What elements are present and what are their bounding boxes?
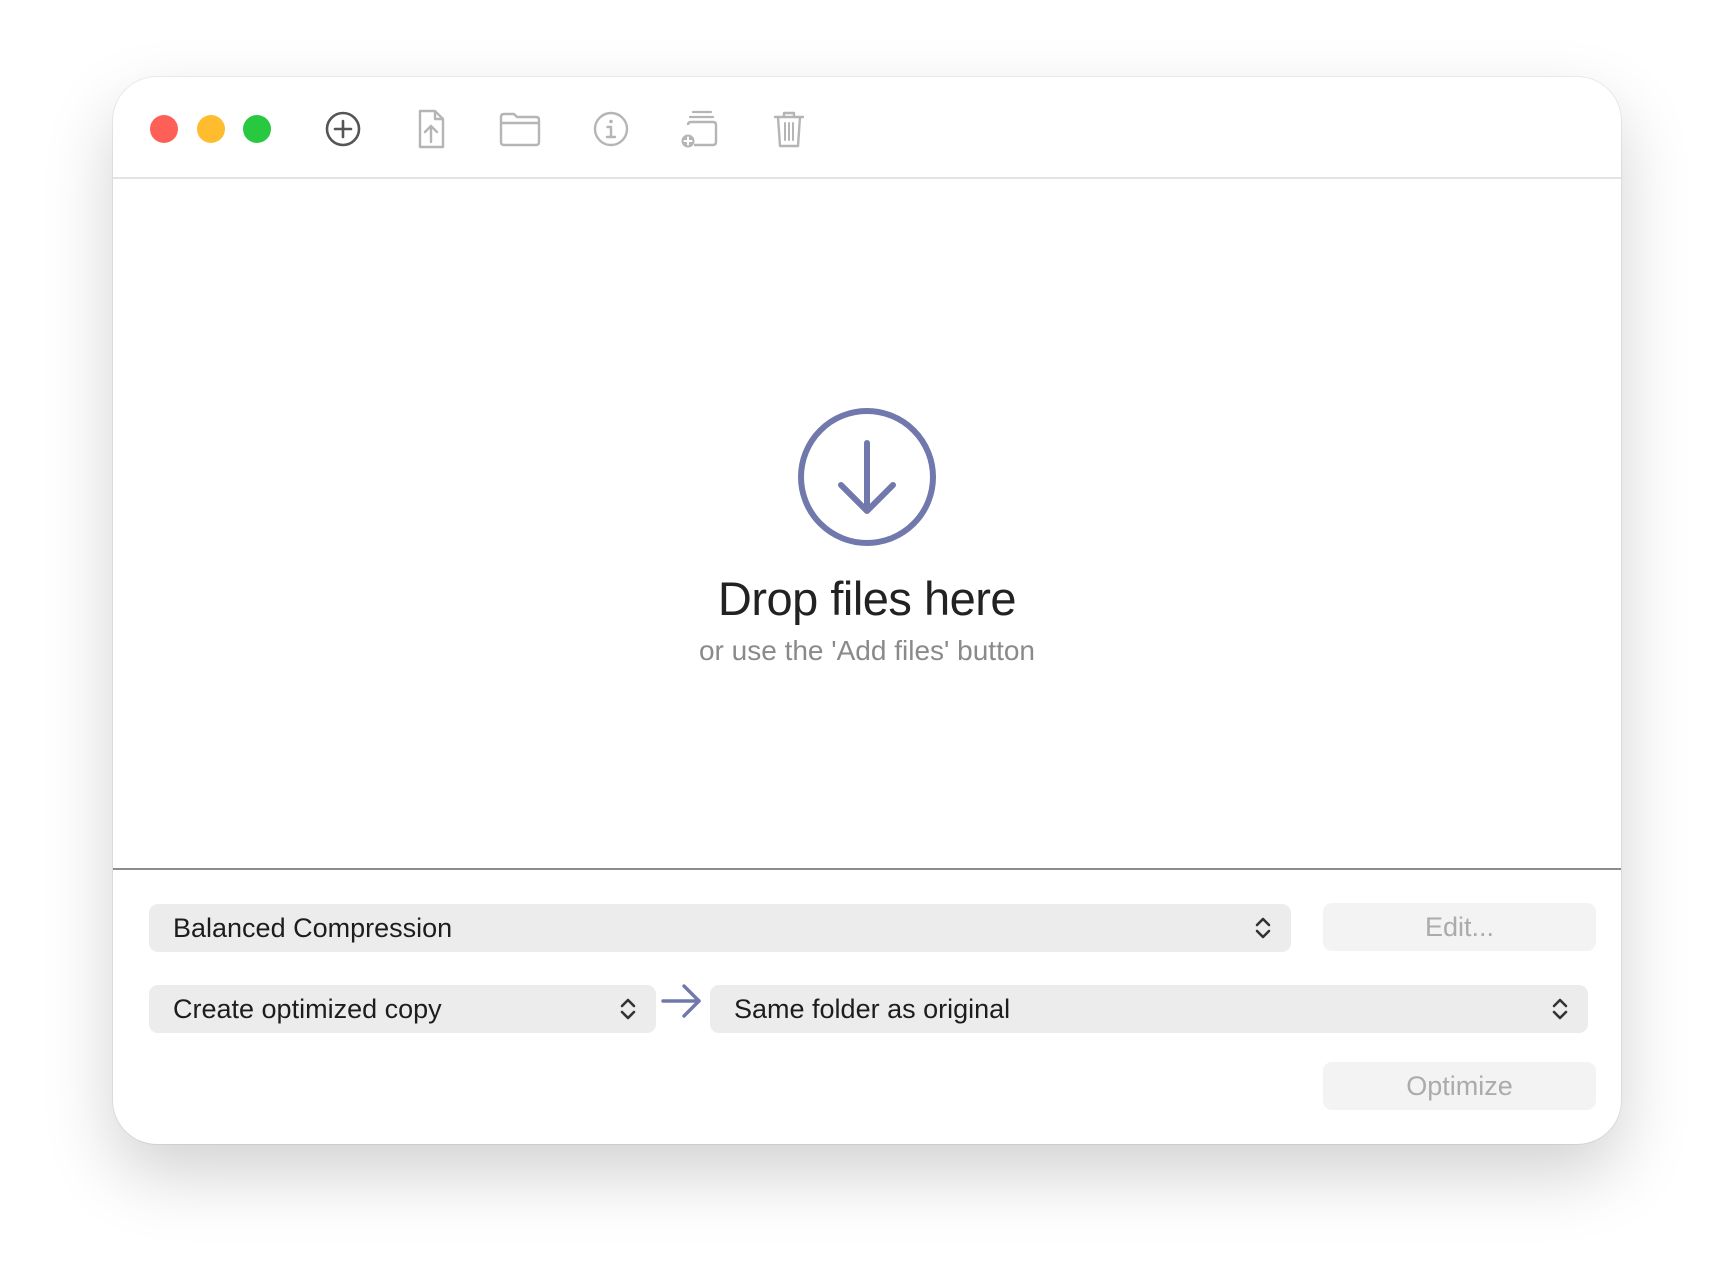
divider <box>113 868 1621 870</box>
minimize-window-button[interactable] <box>197 115 225 143</box>
zoom-window-button[interactable] <box>243 115 271 143</box>
export-file-button[interactable] <box>407 105 455 153</box>
add-files-button[interactable] <box>319 105 367 153</box>
delete-button[interactable] <box>765 105 813 153</box>
drop-title: Drop files here <box>717 572 1017 625</box>
chevron-up-down-icon <box>1255 917 1271 939</box>
arrow-right-icon <box>661 984 701 1018</box>
close-window-button[interactable] <box>150 115 178 143</box>
action-value: Create optimized copy <box>173 994 442 1024</box>
title-bar <box>113 77 1621 179</box>
drop-subtitle: or use the 'Add files' button <box>698 635 1035 666</box>
trash-icon <box>773 111 805 148</box>
open-folder-button[interactable] <box>496 105 544 153</box>
folder-icon <box>499 112 541 147</box>
edit-button[interactable]: Edit... <box>1323 903 1596 951</box>
app-window: Drop files here or use the 'Add files' b… <box>113 77 1621 1144</box>
destination-select[interactable]: Same folder as original <box>710 985 1588 1033</box>
compression-preset-value: Balanced Compression <box>173 913 453 943</box>
optimize-button[interactable]: Optimize <box>1323 1062 1596 1110</box>
info-icon <box>593 111 629 147</box>
info-button[interactable] <box>587 105 635 153</box>
chevron-up-down-icon <box>620 998 636 1020</box>
add-icon <box>325 111 361 147</box>
destination-value: Same folder as original <box>734 994 1011 1024</box>
add-to-stack-icon <box>681 110 718 148</box>
chevron-up-down-icon <box>1552 998 1568 1020</box>
download-circle-icon <box>798 408 936 546</box>
compression-preset-select[interactable]: Balanced Compression <box>149 904 1291 952</box>
action-select[interactable]: Create optimized copy <box>149 985 656 1033</box>
export-file-icon <box>418 109 445 149</box>
add-to-stack-button[interactable] <box>674 105 722 153</box>
